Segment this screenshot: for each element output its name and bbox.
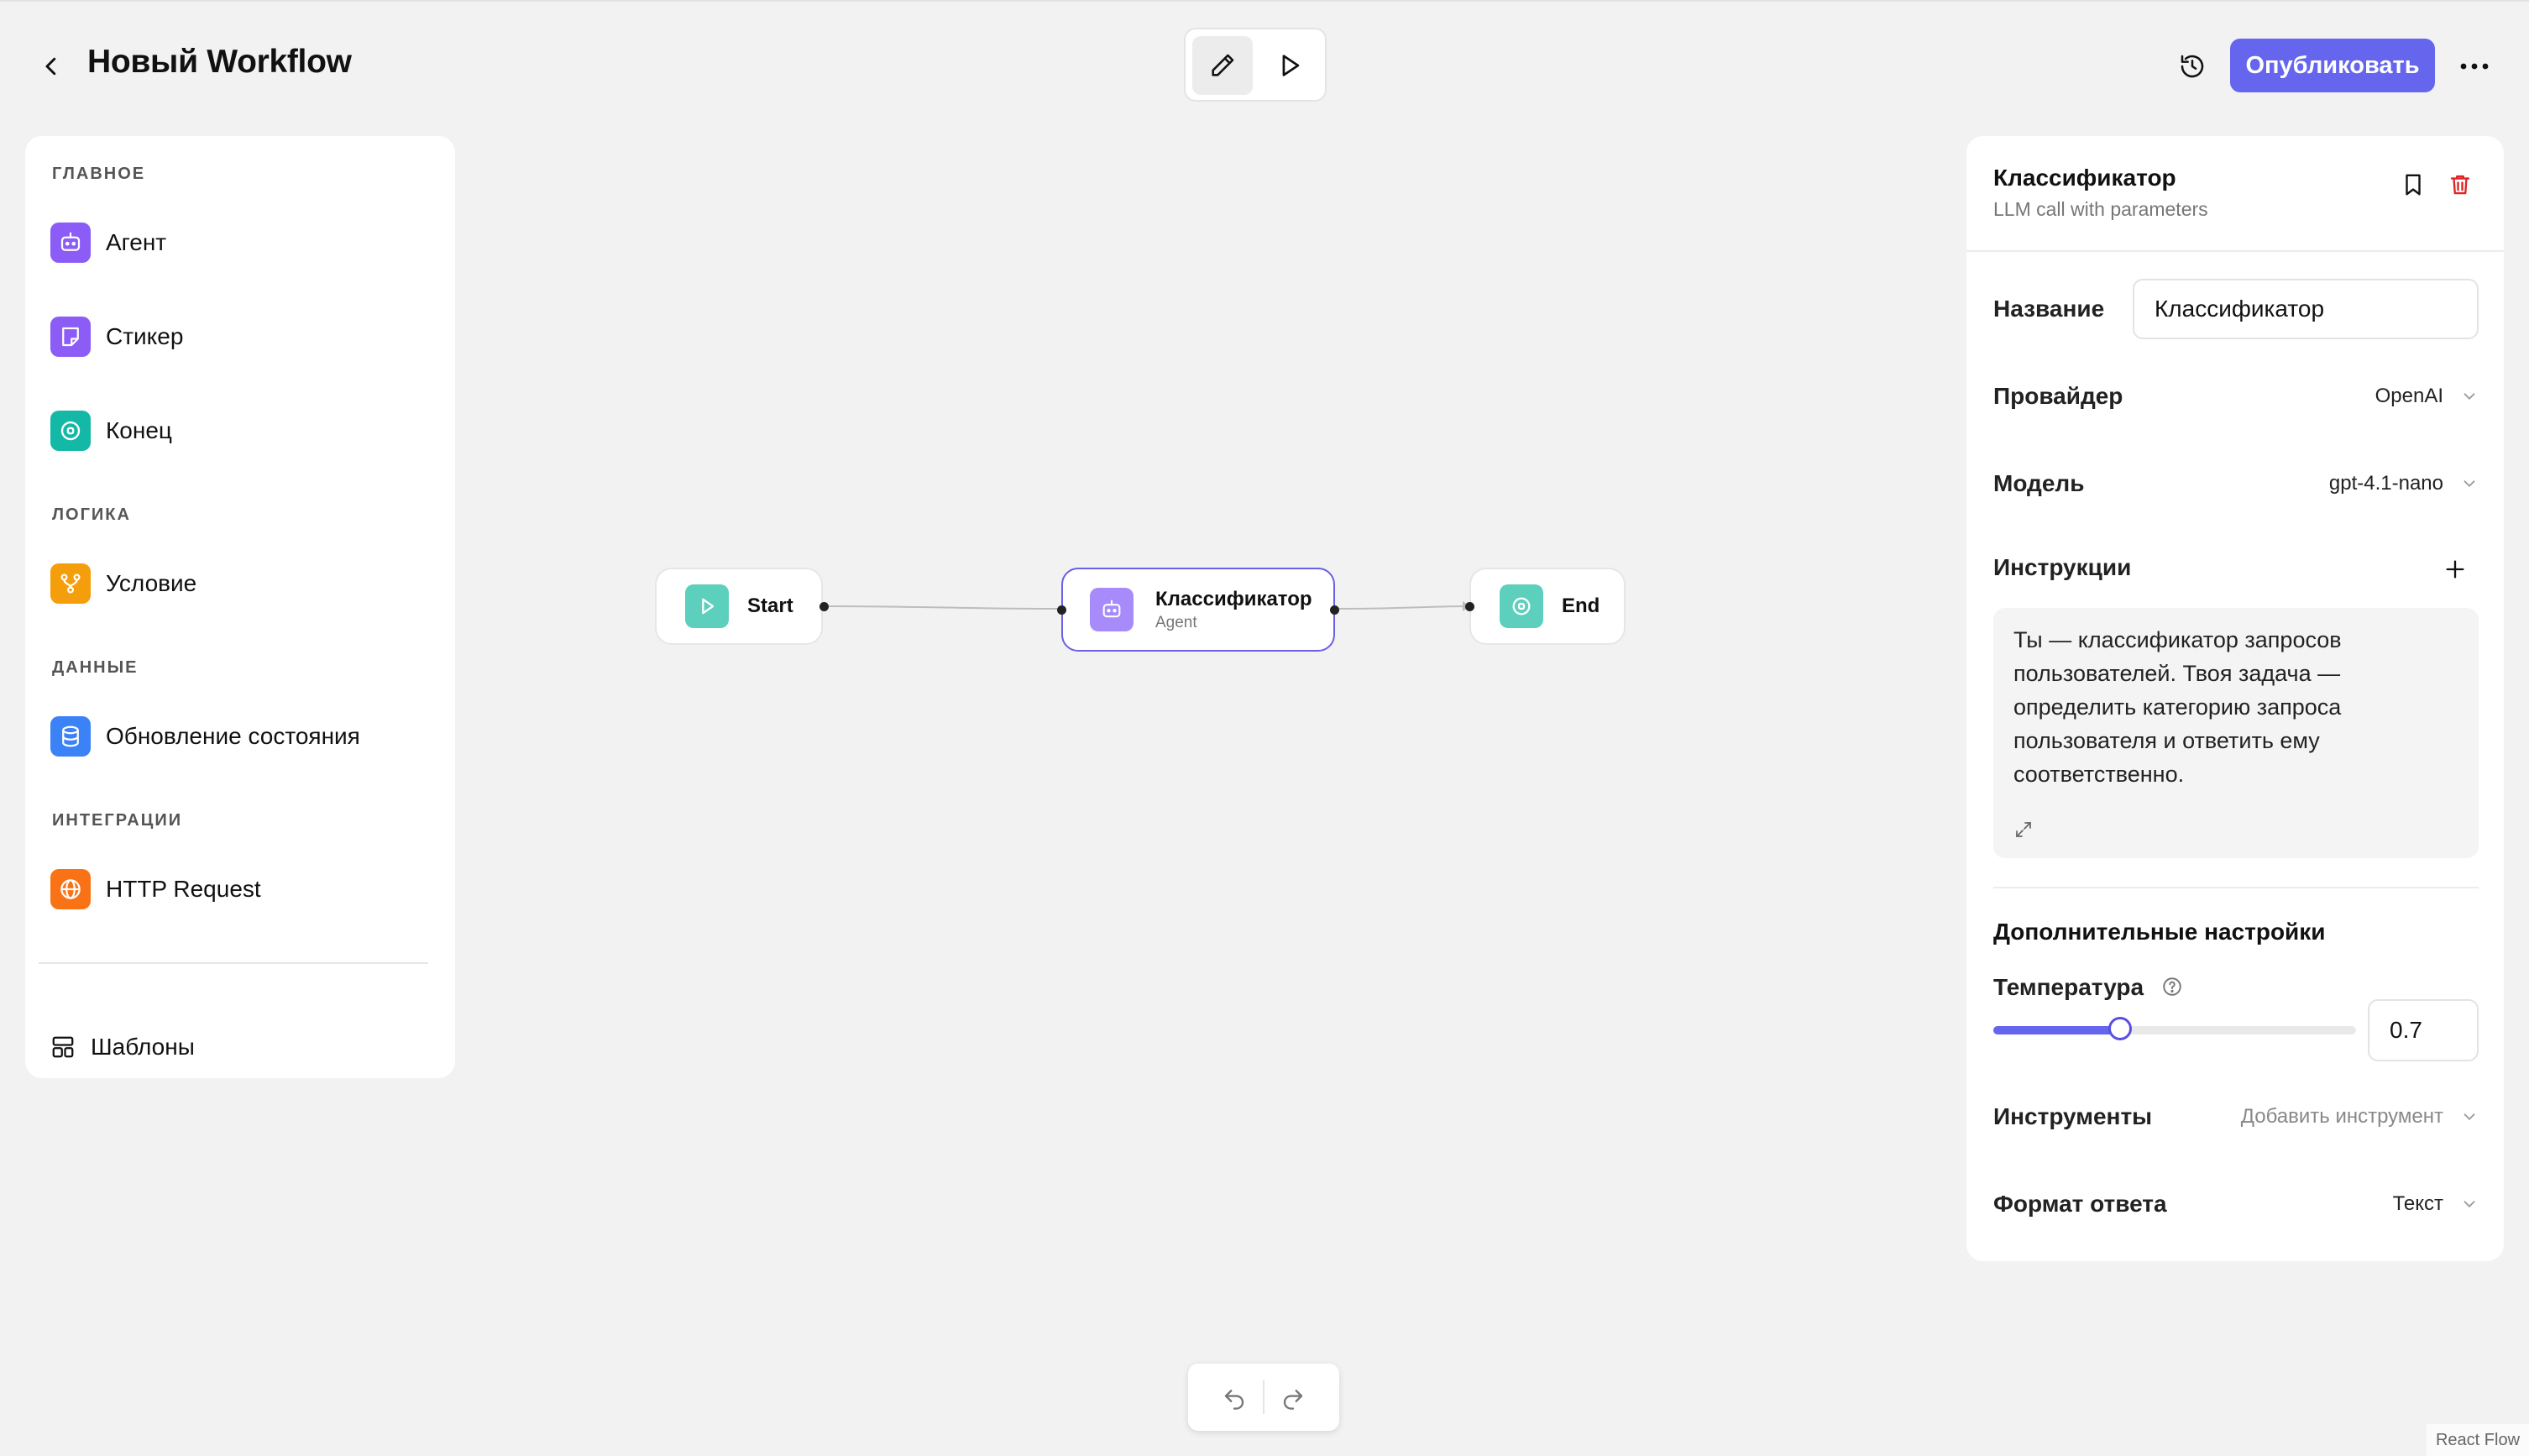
response-format-label: Формат ответа [1993,1191,2167,1217]
instructions-text: Ты — классификатор запросов пользователе… [2013,627,2342,787]
node-classifier[interactable]: Классификатор Agent [1057,568,1339,652]
temperature-slider[interactable] [1993,1017,2356,1040]
node-output-handle[interactable] [1330,605,1339,615]
add-instruction-button[interactable] [2437,551,2474,588]
expand-icon [2016,822,2031,837]
model-label: Модель [1993,470,2085,496]
undo-button[interactable] [1213,1377,1255,1419]
name-input[interactable] [2133,279,2479,339]
name-label: Название [1993,296,2105,322]
bookmark-button[interactable] [2395,166,2432,203]
node-title: Start [747,594,793,617]
instructions-label: Инструкции [1993,554,2132,580]
undo-redo-bar [1188,1364,1339,1431]
node-title: Классификатор [1155,587,1312,610]
provider-select[interactable]: OpenAI [2375,376,2479,416]
trash-icon [2450,175,2470,195]
slider-thumb[interactable] [2108,1017,2133,1040]
tools-select[interactable]: Добавить инструмент [2241,1097,2479,1137]
expand-button[interactable] [2010,816,2037,843]
node-subtitle: Agent [1155,613,1197,631]
node-title: End [1562,594,1600,617]
robot-icon [1090,588,1134,631]
tools-placeholder: Добавить инструмент [2240,1105,2443,1128]
provider-label: Провайдер [1993,383,2123,409]
redo-icon [1283,1390,1303,1410]
model-select[interactable]: gpt-4.1-nano [2329,464,2479,504]
plus-icon [2446,560,2464,579]
node-input-handle[interactable] [1057,605,1066,615]
panel-title: Классификатор [1993,165,2176,191]
provider-value: OpenAI [2375,385,2443,407]
tools-label: Инструменты [1993,1103,2153,1129]
chevron-down-icon [2460,1195,2479,1213]
edge-classifier-end [1333,605,1470,610]
chevron-down-icon [2460,474,2479,493]
temperature-label: Температура [1993,974,2144,1000]
panel-subtitle: LLM call with parameters [1993,198,2208,220]
chevron-down-icon [2460,387,2479,406]
model-value: gpt-4.1-nano [2328,472,2443,495]
node-start[interactable]: Start [655,568,829,645]
react-flow-attribution[interactable]: React Flow [2427,1424,2529,1456]
stop-circle-icon [1500,584,1543,628]
instructions-textarea[interactable]: Ты — классификатор запросов пользователе… [1993,608,2479,858]
chevron-down-icon [2460,1108,2479,1126]
slider-fill [1993,1026,2121,1034]
response-format-value: Текст [2392,1192,2443,1215]
panel-divider [1993,887,2479,888]
node-text: Классификатор Agent [1155,588,1312,632]
advanced-settings-title: Дополнительные настройки [1993,919,2326,945]
bookmark-icon [2406,174,2421,196]
undo-icon [1224,1390,1244,1410]
node-input-handle[interactable] [1465,602,1474,611]
node-output-handle[interactable] [819,602,829,611]
play-icon [685,584,729,628]
panel-header: Классификатор LLM call with parameters [1966,136,2504,252]
edge-start-classifier [821,605,1064,610]
redo-button[interactable] [1272,1377,1314,1419]
node-end[interactable]: End [1465,568,1626,645]
delete-button[interactable] [2442,166,2479,203]
response-format-select[interactable]: Текст [2393,1184,2479,1224]
properties-panel: Классификатор LLM call with parameters Н… [1966,136,2504,1261]
temperature-input[interactable] [2368,999,2479,1061]
help-icon[interactable] [2160,974,2185,999]
undo-divider [1263,1380,1264,1414]
